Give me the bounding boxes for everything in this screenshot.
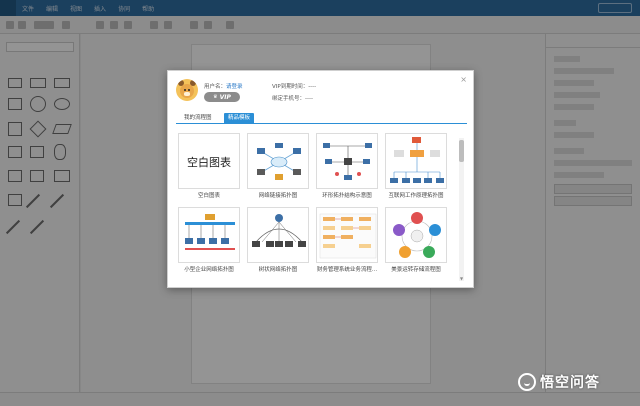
template-dialog: × 用户名： 请登录 ♛ VIP VIP到期时间：---- 绑定手机号：----…	[167, 70, 474, 288]
bind-phone-text: 绑定手机号：----	[272, 96, 313, 102]
template-thumbnail[interactable]	[316, 207, 378, 263]
template-label: 网络链接拓扑图	[258, 193, 298, 199]
template-card[interactable]: 美景运转存储流程图	[385, 207, 447, 273]
vip-expiry-text: VIP到期时间：----	[272, 84, 317, 90]
template-thumbnail[interactable]	[385, 133, 447, 189]
template-label: 财务管理系统业务流程...	[316, 267, 378, 273]
finance-flow-thumb-image	[319, 213, 377, 259]
template-label: 美景运转存储流程图	[391, 267, 441, 273]
tab-premium-templates[interactable]: 精品模板	[224, 113, 255, 124]
template-card[interactable]: 环形拓扑结构示意图	[316, 133, 378, 199]
blank-thumb-text: 空白图表	[187, 156, 231, 169]
avatar-eye	[184, 89, 186, 91]
storage-flow-thumb-image	[393, 212, 441, 258]
template-card[interactable]: 互联网工作原理拓扑图	[385, 133, 447, 199]
template-label: 互联网工作原理拓扑图	[388, 193, 444, 199]
template-card[interactable]: 财务管理系统业务流程...	[316, 207, 378, 273]
watermark-text: 悟空问答	[540, 375, 600, 391]
avatar	[176, 79, 198, 101]
scroll-down-icon[interactable]: ▼	[459, 276, 464, 281]
username-label: 用户名：	[204, 84, 227, 90]
wukong-logo-icon	[518, 373, 536, 391]
dialog-tabs: 我的流程图 精品模板	[176, 111, 467, 124]
template-thumbnail[interactable]	[178, 207, 240, 263]
template-thumbnail[interactable]: 空白图表	[178, 133, 240, 189]
internet-topology-thumb-image	[390, 137, 444, 183]
avatar-snout	[184, 92, 190, 96]
vip-badge: ♛ VIP	[204, 92, 240, 102]
scrollbar-thumb[interactable]	[459, 140, 464, 162]
template-card[interactable]: 网络链接拓扑图	[247, 133, 309, 199]
template-label: 环形拓扑结构示意图	[322, 193, 372, 199]
template-card[interactable]: 树状网络拓扑图	[247, 207, 309, 273]
close-icon[interactable]: ×	[460, 75, 467, 84]
avatar-eye	[188, 89, 190, 91]
network-thumb-image	[257, 143, 301, 180]
template-card-blank[interactable]: 空白图表 空白图表	[178, 133, 240, 199]
template-scrollbar[interactable]: ▼	[459, 138, 464, 281]
small-business-thumb-image	[185, 214, 235, 250]
tree-network-thumb-image	[252, 214, 306, 247]
template-thumbnail[interactable]	[247, 133, 309, 189]
vip-badge-text: VIP	[219, 93, 231, 101]
crown-icon: ♛	[213, 94, 218, 100]
login-link[interactable]: 请登录	[226, 82, 243, 90]
template-label: 树状网络拓扑图	[258, 267, 298, 273]
template-thumbnail[interactable]	[316, 133, 378, 189]
template-label: 小型企业网络拓扑图	[184, 267, 234, 273]
ring-topology-thumb-image	[323, 143, 372, 180]
template-thumbnail[interactable]	[247, 207, 309, 263]
template-label: 空白图表	[197, 193, 220, 199]
watermark: 悟空问答	[518, 370, 634, 394]
tab-my-diagrams[interactable]: 我的流程图	[180, 113, 216, 124]
template-card[interactable]: 小型企业网络拓扑图	[178, 207, 240, 273]
template-thumbnail[interactable]	[385, 207, 447, 263]
